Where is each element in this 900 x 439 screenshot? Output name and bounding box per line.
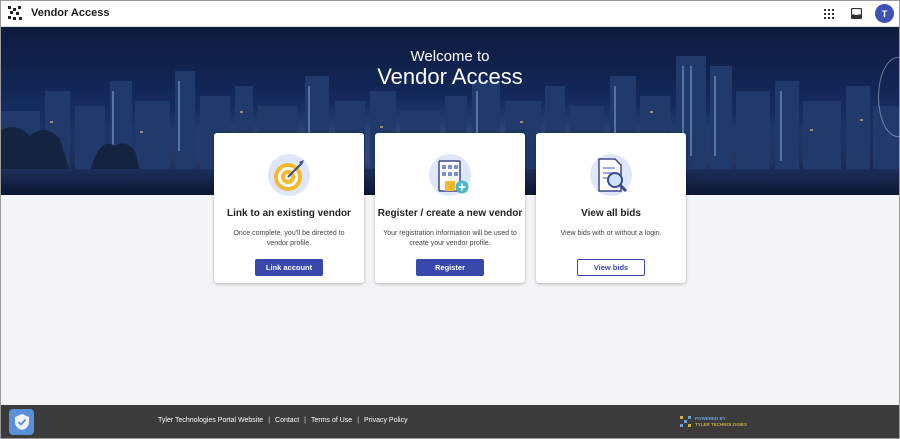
footer: Tyler Technologies Portal Website | Cont…	[0, 405, 900, 439]
register-button[interactable]: Register	[416, 259, 484, 276]
target-icon	[268, 154, 310, 196]
document-search-icon	[590, 154, 632, 196]
card-title: Register / create a new vendor	[377, 208, 523, 219]
tyler-logo-icon	[680, 416, 691, 427]
footer-links: Tyler Technologies Portal Website | Cont…	[158, 417, 408, 424]
view-bids-button[interactable]: View bids	[577, 259, 645, 276]
apps-grid-icon[interactable]	[821, 6, 837, 22]
footer-link-privacy[interactable]: Privacy Policy	[364, 417, 408, 424]
card-description: Your registration information will be us…	[383, 230, 517, 247]
footer-link-portal[interactable]: Tyler Technologies Portal Website	[158, 417, 263, 424]
card-description: View bids with or without a login.	[560, 230, 662, 237]
card-title: Link to an existing vendor	[227, 208, 351, 219]
separator: |	[357, 417, 360, 424]
inbox-icon[interactable]	[848, 6, 864, 22]
card-register-vendor: Register / create a new vendor Your regi…	[375, 133, 525, 283]
top-bar-actions: T	[821, 0, 894, 27]
tyler-technologies-text: TYLER TECHNOLOGIES	[695, 422, 748, 427]
card-description: Once complete, you'll be directed to ven…	[233, 230, 345, 247]
app-logo-icon[interactable]	[7, 5, 23, 21]
powered-by-logo: POWERED BY TYLER TECHNOLOGIES	[680, 416, 747, 428]
app-title: Vendor Access	[31, 7, 110, 19]
top-bar: Vendor Access T	[0, 0, 900, 27]
link-account-button[interactable]: Link account	[255, 259, 323, 276]
hero-title: Vendor Access	[377, 64, 523, 89]
user-avatar[interactable]: T	[875, 4, 894, 23]
separator: |	[304, 417, 306, 424]
card-link-vendor: Link to an existing vendor Once complete…	[214, 133, 364, 283]
card-view-bids: View all bids View bids with or without …	[536, 133, 686, 283]
card-title: View all bids	[581, 208, 641, 219]
separator: |	[268, 417, 271, 424]
shield-icon[interactable]	[9, 409, 34, 435]
footer-link-contact[interactable]: Contact	[275, 417, 299, 424]
hero-welcome-text: Welcome to	[410, 48, 490, 65]
footer-link-terms[interactable]: Terms of Use	[311, 417, 352, 424]
building-add-icon	[429, 154, 471, 196]
